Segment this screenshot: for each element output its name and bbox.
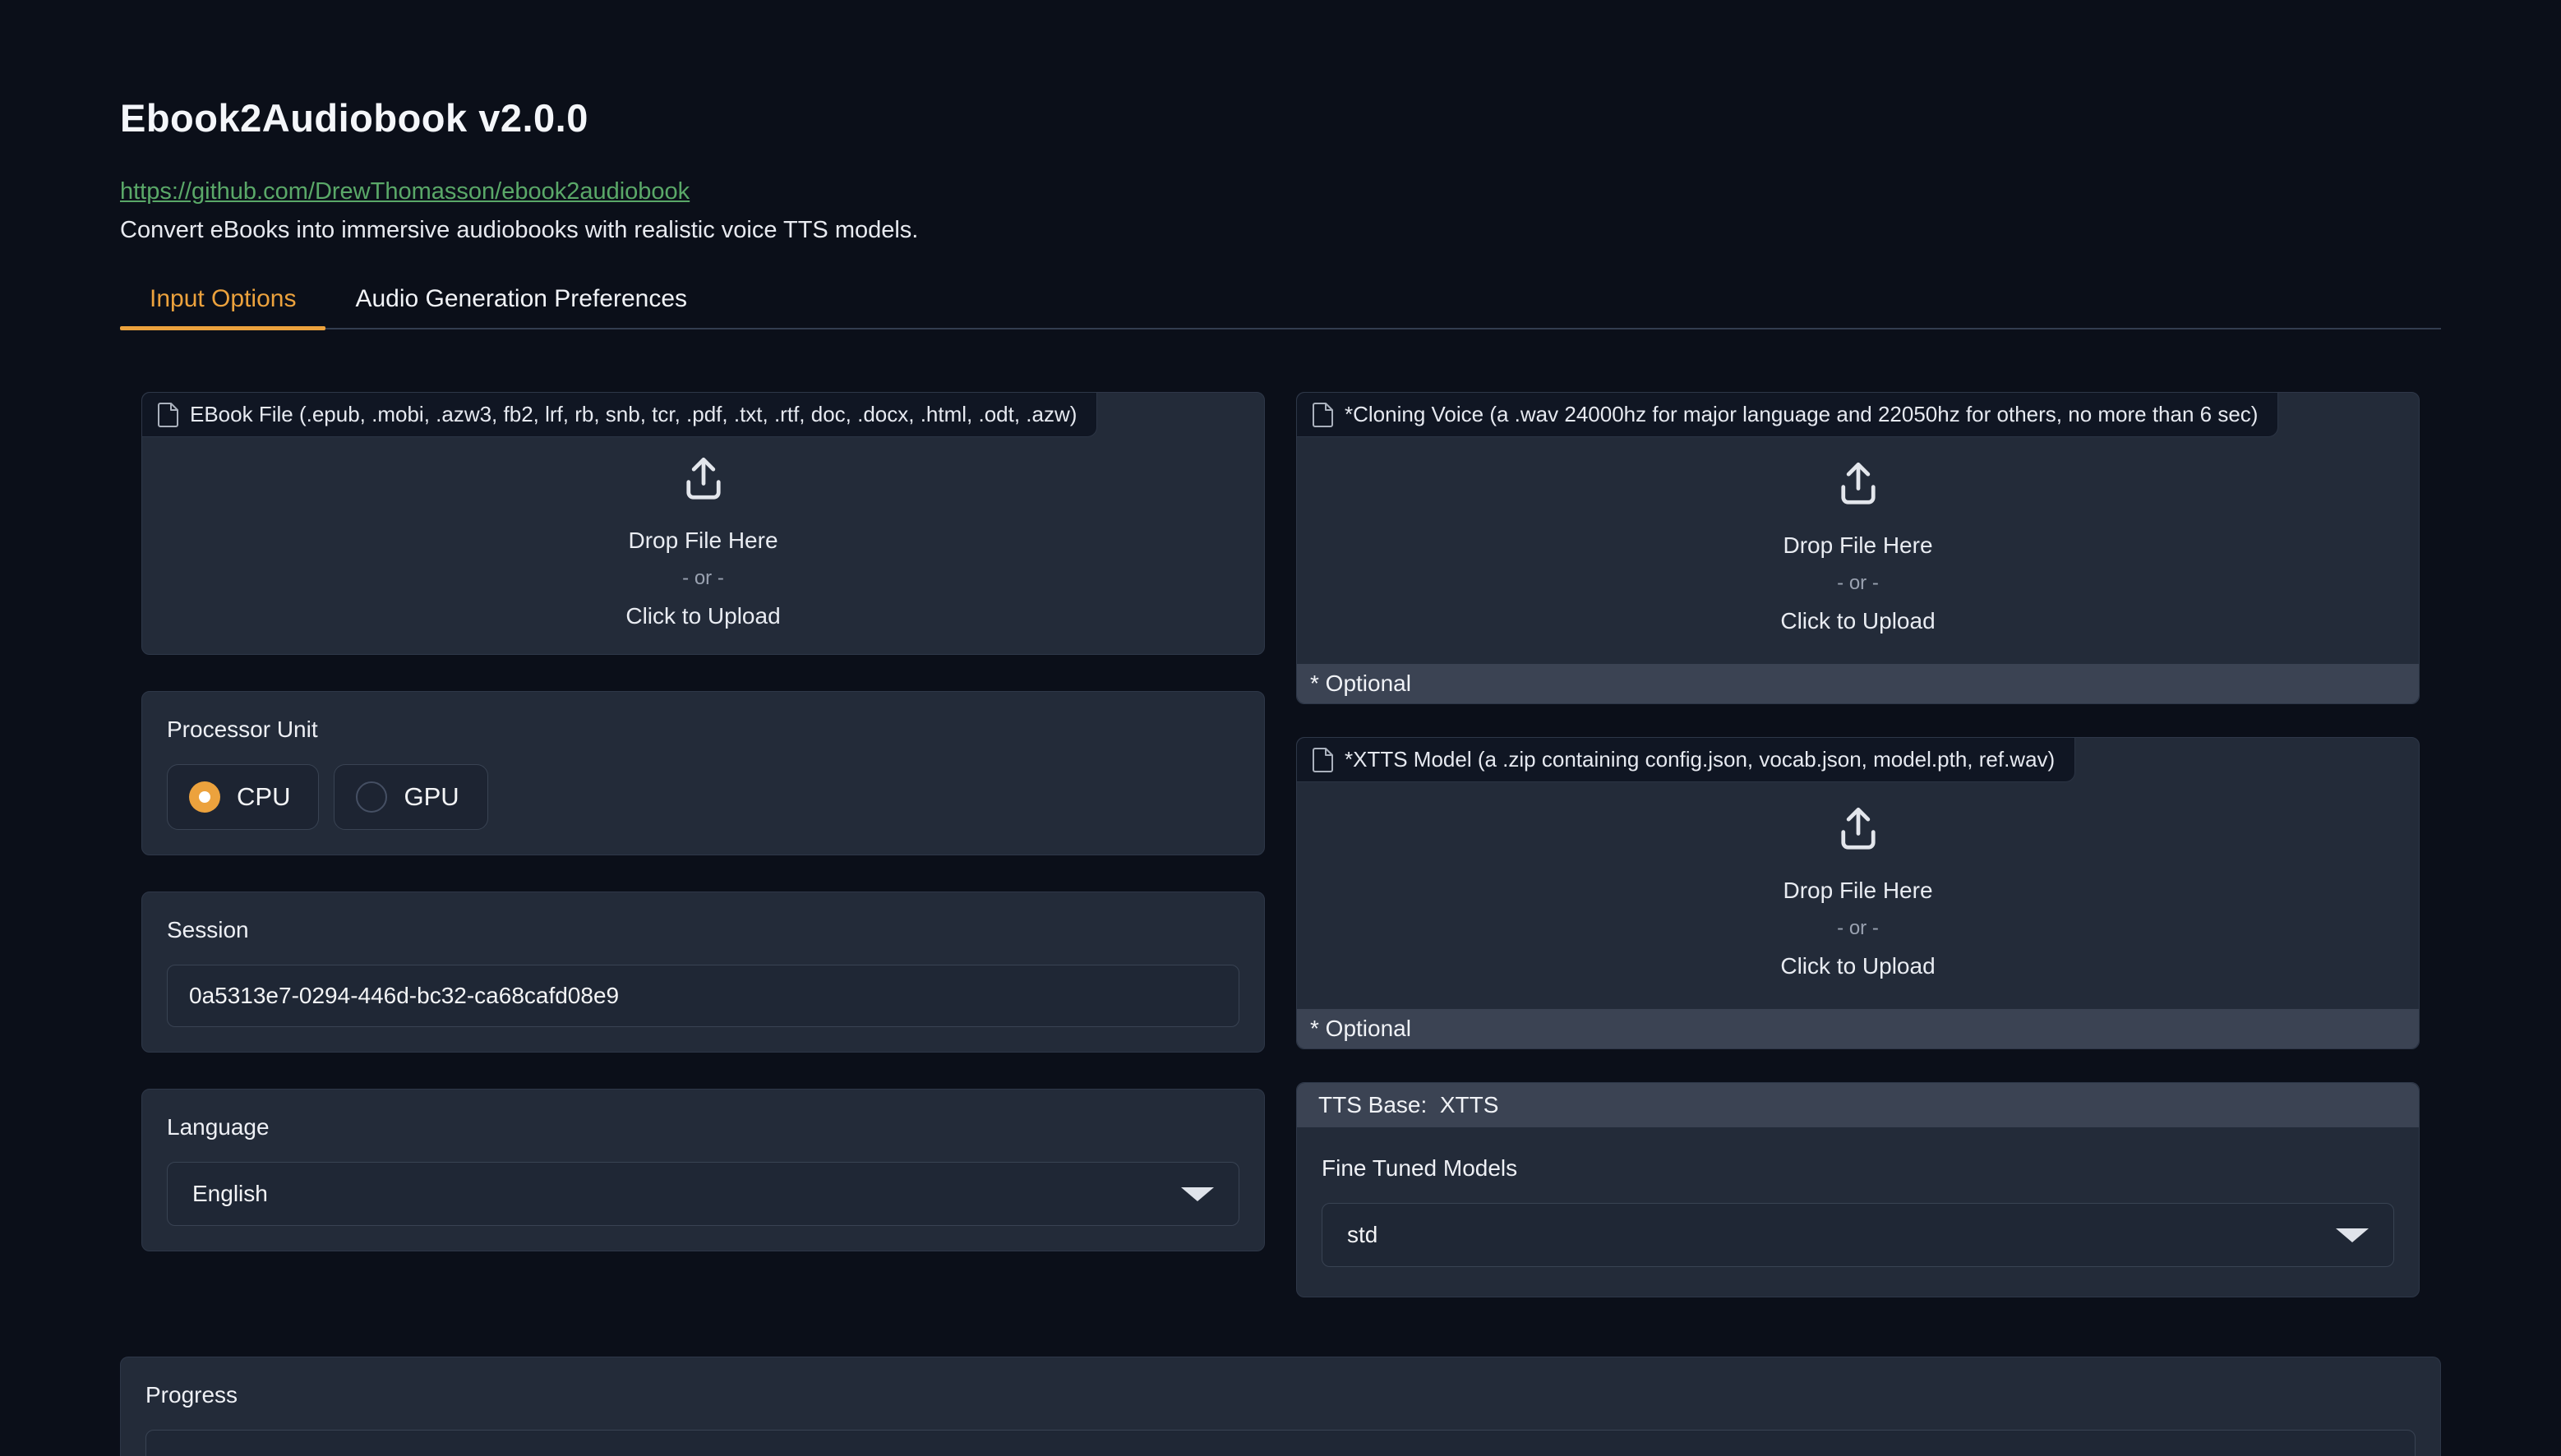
drop-file-text: Drop File Here bbox=[628, 528, 778, 554]
page-title: Ebook2Audiobook v2.0.0 bbox=[120, 95, 2441, 141]
or-text: - or - bbox=[1837, 572, 1879, 595]
progress-label: Progress bbox=[145, 1382, 2416, 1408]
or-text: - or - bbox=[682, 567, 724, 590]
tab-input-options[interactable]: Input Options bbox=[120, 285, 325, 328]
cloning-voice-upload-block: *Cloning Voice (a .wav 24000hz for major… bbox=[1296, 392, 2420, 704]
drop-file-text: Drop File Here bbox=[1783, 878, 1932, 904]
chevron-down-icon bbox=[2336, 1228, 2369, 1242]
cloning-voice-optional-bar: * Optional bbox=[1297, 664, 2419, 703]
radio-gpu-label: GPU bbox=[404, 782, 459, 812]
tab-bar: Input Options Audio Generation Preferenc… bbox=[120, 285, 2441, 329]
fine-tuned-models-label: Fine Tuned Models bbox=[1322, 1155, 2394, 1182]
tab-audio-generation-preferences[interactable]: Audio Generation Preferences bbox=[325, 285, 717, 328]
language-dropdown[interactable]: English bbox=[167, 1162, 1239, 1226]
radio-cpu-dot[interactable] bbox=[189, 781, 220, 813]
fine-tuned-models-dropdown-value: std bbox=[1347, 1222, 1377, 1248]
xtts-model-upload-label-text: *XTTS Model (a .zip containing config.js… bbox=[1345, 747, 2055, 772]
language-label: Language bbox=[167, 1114, 1239, 1140]
xtts-model-upload-block: *XTTS Model (a .zip containing config.js… bbox=[1296, 737, 2420, 1049]
processor-radio-group: CPU GPU bbox=[167, 764, 1239, 830]
tts-base-header: TTS Base: XTTS bbox=[1297, 1083, 2419, 1127]
right-column: *Cloning Voice (a .wav 24000hz for major… bbox=[1296, 392, 2420, 1297]
radio-gpu[interactable]: GPU bbox=[334, 764, 487, 830]
or-text: - or - bbox=[1837, 917, 1879, 940]
app-description: Convert eBooks into immersive audiobooks… bbox=[120, 217, 2441, 244]
ebook-upload-block: EBook File (.epub, .mobi, .azw3, fb2, lr… bbox=[141, 392, 1265, 655]
xtts-model-upload-label: *XTTS Model (a .zip containing config.js… bbox=[1297, 738, 2075, 782]
upload-icon bbox=[1831, 458, 1885, 509]
file-icon bbox=[1312, 748, 1333, 772]
github-link[interactable]: https://github.com/DrewThomasson/ebook2a… bbox=[120, 178, 690, 205]
radio-gpu-dot[interactable] bbox=[356, 781, 387, 813]
file-icon bbox=[157, 403, 178, 427]
app-root: Ebook2Audiobook v2.0.0 https://github.co… bbox=[0, 95, 2561, 1456]
progress-input[interactable] bbox=[145, 1430, 2416, 1456]
click-to-upload-text: Click to Upload bbox=[625, 603, 780, 629]
left-column: EBook File (.epub, .mobi, .azw3, fb2, lr… bbox=[141, 392, 1265, 1297]
language-dropdown-value: English bbox=[192, 1181, 268, 1207]
tts-base-panel: TTS Base: XTTS Fine Tuned Models std bbox=[1296, 1082, 2420, 1297]
processor-unit-panel: Processor Unit CPU GPU bbox=[141, 691, 1265, 855]
processor-unit-label: Processor Unit bbox=[167, 716, 1239, 743]
upload-icon bbox=[1831, 804, 1885, 855]
progress-panel: Progress bbox=[120, 1357, 2441, 1456]
fine-tuned-models-dropdown[interactable]: std bbox=[1322, 1203, 2394, 1267]
drop-file-text: Drop File Here bbox=[1783, 532, 1932, 559]
language-panel: Language English bbox=[141, 1089, 1265, 1251]
file-icon bbox=[1312, 403, 1333, 427]
chevron-down-icon bbox=[1181, 1187, 1214, 1201]
radio-cpu[interactable]: CPU bbox=[167, 764, 319, 830]
ebook-upload-label: EBook File (.epub, .mobi, .azw3, fb2, lr… bbox=[142, 393, 1097, 437]
cloning-voice-upload-label: *Cloning Voice (a .wav 24000hz for major… bbox=[1297, 393, 2278, 437]
cloning-voice-upload-label-text: *Cloning Voice (a .wav 24000hz for major… bbox=[1345, 402, 2258, 427]
ebook-upload-label-text: EBook File (.epub, .mobi, .azw3, fb2, lr… bbox=[190, 402, 1077, 427]
click-to-upload-text: Click to Upload bbox=[1780, 608, 1935, 634]
session-panel: Session 0a5313e7-0294-446d-bc32-ca68cafd… bbox=[141, 892, 1265, 1053]
progress-row: Progress bbox=[120, 1357, 2441, 1456]
session-label: Session bbox=[167, 917, 1239, 943]
session-input[interactable]: 0a5313e7-0294-446d-bc32-ca68cafd08e9 bbox=[167, 965, 1239, 1027]
radio-cpu-label: CPU bbox=[237, 782, 290, 812]
tab-content-input-options: EBook File (.epub, .mobi, .azw3, fb2, lr… bbox=[120, 329, 2441, 1297]
click-to-upload-text: Click to Upload bbox=[1780, 953, 1935, 979]
upload-icon bbox=[676, 454, 731, 505]
xtts-model-optional-bar: * Optional bbox=[1297, 1009, 2419, 1048]
